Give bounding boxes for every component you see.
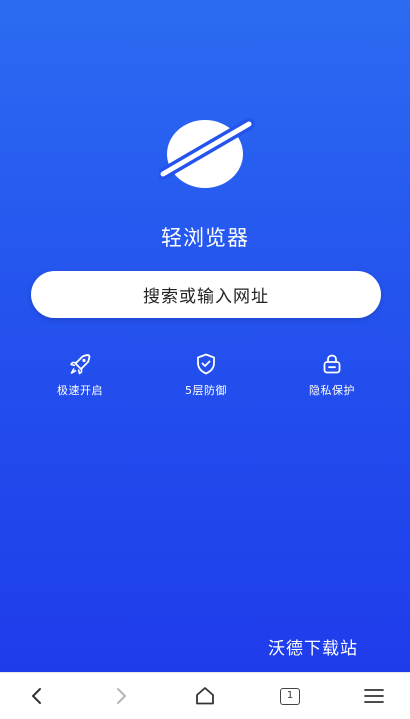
home-screen: 轻浏览器 搜索或输入网址 极速开启 5层防御 隐私保护 沃德下载站 [0, 0, 410, 672]
forward-button[interactable] [96, 673, 146, 719]
rocket-icon [70, 354, 91, 375]
bottom-navigation-bar: 1 [0, 672, 410, 719]
menu-icon [364, 689, 384, 703]
feature-label: 极速开启 [57, 384, 103, 397]
watermark-text: 沃德下载站 [268, 639, 358, 659]
feature-label: 隐私保护 [309, 384, 355, 397]
shield-check-icon [197, 353, 215, 375]
feature-label: 5层防御 [185, 384, 227, 397]
feature-five-layer-defense: 5层防御 [161, 352, 251, 398]
back-icon [32, 688, 41, 704]
tabs-button[interactable]: 1 [265, 673, 315, 719]
search-input[interactable]: 搜索或输入网址 [31, 271, 381, 318]
lock-icon [323, 354, 341, 374]
search-placeholder: 搜索或输入网址 [143, 287, 269, 307]
tabs-icon: 1 [280, 687, 300, 705]
planet-logo-icon [159, 118, 255, 188]
app-title: 轻浏览器 [161, 226, 249, 250]
forward-icon [117, 688, 126, 704]
feature-privacy-protection: 隐私保护 [287, 352, 377, 398]
home-button[interactable] [180, 673, 230, 719]
menu-button[interactable] [349, 673, 399, 719]
back-button[interactable] [12, 673, 62, 719]
feature-fast-start: 极速开启 [35, 352, 125, 398]
home-icon [196, 687, 214, 705]
